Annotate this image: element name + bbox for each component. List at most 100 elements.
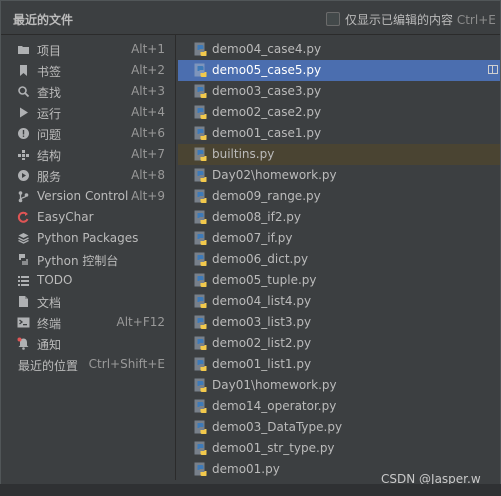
python-file-icon <box>194 189 208 204</box>
file-item[interactable]: demo02_case2.py <box>178 102 500 123</box>
action-shortcut: Alt+6 <box>131 126 165 140</box>
python-file-icon <box>194 63 208 78</box>
file-name: demo04_case4.py <box>212 42 322 56</box>
action-label: 服务 <box>37 170 62 184</box>
file-name: demo01_case1.py <box>212 126 322 140</box>
action-label: EasyChar <box>37 210 94 224</box>
action-item[interactable]: 问题 Alt+6 <box>1 123 175 144</box>
checkbox-label: 仅显示已编辑的内容 Ctrl+E <box>345 13 496 27</box>
action-item[interactable]: 服务 Alt+8 <box>1 165 175 186</box>
file-name: demo09_range.py <box>212 189 321 203</box>
file-item[interactable]: demo08_if2.py <box>178 207 500 228</box>
services-icon <box>17 169 30 182</box>
checkbox[interactable] <box>326 12 340 26</box>
file-item[interactable]: Day02\homework.py <box>178 165 500 186</box>
file-item[interactable]: demo02_list2.py <box>178 333 500 354</box>
problems-icon <box>17 127 30 140</box>
action-item[interactable]: 文档 <box>1 291 175 312</box>
file-item[interactable]: demo01_str_type.py <box>178 438 500 459</box>
action-shortcut: Alt+3 <box>131 84 165 98</box>
file-item[interactable]: demo01_case1.py <box>178 123 500 144</box>
vcs-icon <box>17 190 30 203</box>
popup-header: 最近的文件 仅显示已编辑的内容 Ctrl+E <box>1 1 500 35</box>
python-file-icon <box>194 84 208 99</box>
action-item[interactable]: 终端 Alt+F12 <box>1 312 175 333</box>
file-name: demo05_case5.py <box>212 63 322 77</box>
folder-icon <box>17 43 30 56</box>
python-file-icon <box>194 210 208 225</box>
action-label: 通知 <box>37 338 62 352</box>
action-label: 结构 <box>37 149 62 163</box>
run-icon <box>17 106 30 119</box>
python-file-icon <box>194 399 208 414</box>
search-icon <box>17 85 30 98</box>
recent-locations-label: 最近的位置 <box>18 359 79 373</box>
action-item[interactable]: 结构 Alt+7 <box>1 144 175 165</box>
file-name: demo06_dict.py <box>212 252 309 266</box>
action-label: 运行 <box>37 107 62 121</box>
recent-files-popup: 最近的文件 仅显示已编辑的内容 Ctrl+E 项目 Alt+1 书签 Alt+2 查找 A… <box>0 0 501 496</box>
action-shortcut: Alt+9 <box>131 189 165 203</box>
file-item[interactable]: demo05_case5.py <box>178 60 500 81</box>
action-label: 问题 <box>37 128 62 142</box>
file-item[interactable]: demo14_operator.py <box>178 396 500 417</box>
file-name: Day02\homework.py <box>212 168 337 182</box>
action-label: 终端 <box>37 317 62 331</box>
packages-icon <box>17 232 30 245</box>
python-file-icon <box>194 357 208 372</box>
python-file-icon <box>194 294 208 309</box>
file-item[interactable]: demo07_if.py <box>178 228 500 249</box>
recent-locations-item[interactable]: 最近的位置 Ctrl+Shift+E <box>1 354 175 375</box>
action-item[interactable]: 项目 Alt+1 <box>1 39 175 60</box>
file-item[interactable]: demo03_case3.py <box>178 81 500 102</box>
action-item[interactable]: 查找 Alt+3 <box>1 81 175 102</box>
docs-icon <box>17 295 30 308</box>
easychar-icon <box>17 211 30 224</box>
action-label: 查找 <box>37 86 62 100</box>
action-shortcut: Alt+8 <box>131 168 165 182</box>
file-name: demo01.py <box>212 462 280 476</box>
file-item[interactable]: demo04_case4.py <box>178 39 500 60</box>
action-item[interactable]: 通知 <box>1 333 175 354</box>
action-item[interactable]: Python 控制台 <box>1 249 175 270</box>
notification-icon <box>17 337 30 350</box>
action-item[interactable]: Python Packages <box>1 228 175 249</box>
terminal-icon <box>17 316 30 329</box>
python-file-icon <box>194 441 208 456</box>
python-file-icon <box>194 168 208 183</box>
file-name: demo01_list1.py <box>212 357 312 371</box>
file-name: demo08_if2.py <box>212 210 302 224</box>
file-item[interactable]: demo09_range.py <box>178 186 500 207</box>
python-file-icon <box>194 252 208 267</box>
file-name: demo04_list4.py <box>212 294 312 308</box>
python-file-icon <box>194 273 208 288</box>
action-item[interactable]: 书签 Alt+2 <box>1 60 175 81</box>
action-label: 文档 <box>37 296 62 310</box>
file-item[interactable]: demo03_list3.py <box>178 312 500 333</box>
file-item[interactable]: demo06_dict.py <box>178 249 500 270</box>
python-file-icon <box>194 462 208 477</box>
action-item[interactable]: 运行 Alt+4 <box>1 102 175 123</box>
recent-files-list: demo04_case4.py demo05_case5.py demo03_cas… <box>178 35 500 485</box>
action-item[interactable]: TODO <box>1 270 175 291</box>
file-name: demo02_list2.py <box>212 336 312 350</box>
action-label: Python Packages <box>37 231 139 245</box>
file-item[interactable]: demo03_DataType.py <box>178 417 500 438</box>
action-item[interactable]: EasyChar <box>1 207 175 228</box>
file-name: demo02_case2.py <box>212 105 322 119</box>
open-in-split-icon[interactable] <box>488 65 498 74</box>
python-console-icon <box>17 253 30 266</box>
tool-window-list: 项目 Alt+1 书签 Alt+2 查找 Alt+3 运行 Alt+4 问题 Alt+6 结构 Alt… <box>1 35 176 480</box>
file-name: demo03_list3.py <box>212 315 312 329</box>
file-item[interactable]: builtins.py <box>178 144 500 165</box>
file-item[interactable]: demo04_list4.py <box>178 291 500 312</box>
action-item[interactable]: Version Control Alt+9 <box>1 186 175 207</box>
action-label: Version Control <box>37 189 129 203</box>
file-item[interactable]: Day01\homework.py <box>178 375 500 396</box>
file-name: demo01_str_type.py <box>212 441 335 455</box>
file-name: demo05_tuple.py <box>212 273 317 287</box>
file-item[interactable]: demo05_tuple.py <box>178 270 500 291</box>
file-item[interactable]: demo01_list1.py <box>178 354 500 375</box>
python-file-icon <box>194 105 208 120</box>
python-file-icon <box>194 147 208 162</box>
